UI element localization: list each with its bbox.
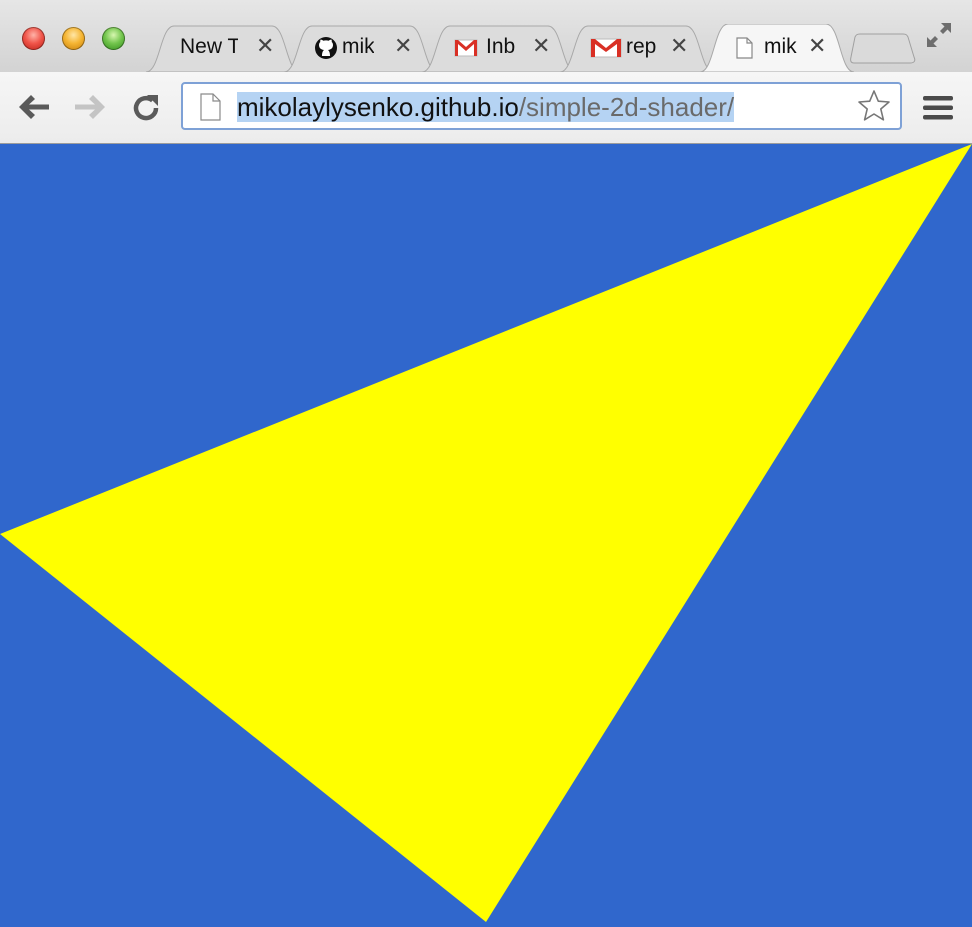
shader-canvas[interactable] (0, 144, 972, 922)
tab-close-icon[interactable]: ✕ (670, 34, 688, 58)
tab-github[interactable]: mik ✕ (284, 24, 438, 72)
forward-arrow-icon[interactable] (72, 92, 108, 122)
tab-close-icon[interactable]: ✕ (532, 34, 550, 58)
tab-title: mik (342, 35, 374, 58)
tab-gmail-reply[interactable]: rep ✕ (560, 24, 714, 72)
window-close-button[interactable] (22, 27, 45, 50)
tab-title: Inb (486, 35, 516, 58)
page-icon (736, 37, 753, 59)
tab-active-page[interactable]: mik ✕ (700, 24, 854, 72)
tab-title: mik (764, 35, 797, 58)
bookmark-star-icon[interactable] (856, 88, 892, 124)
hamburger-menu-icon[interactable] (922, 94, 954, 122)
window-minimize-button[interactable] (62, 27, 85, 50)
tab-close-icon[interactable]: ✕ (808, 34, 826, 58)
gmail-icon (590, 38, 622, 58)
tab-new-tab[interactable]: New T ✕ (146, 24, 300, 72)
github-icon (315, 37, 337, 59)
tab-gmail-inbox[interactable]: Inb ✕ (422, 24, 576, 72)
gmail-icon (454, 39, 478, 57)
url-path: /simple-2d-shader/ (518, 92, 735, 122)
new-tab-button[interactable] (850, 33, 916, 65)
canvas-drawing (0, 144, 972, 922)
tab-title: rep (626, 35, 657, 58)
browser-toolbar: mikolaylysenko.github.io/simple-2d-shade… (0, 72, 972, 144)
tab-strip: New T ✕ mik ✕ Inb ✕ rep ✕ mik ✕ (0, 0, 972, 72)
tab-close-icon[interactable]: ✕ (256, 34, 274, 58)
url-text[interactable]: mikolaylysenko.github.io/simple-2d-shade… (237, 92, 735, 122)
page-icon (200, 93, 221, 121)
address-bar[interactable]: mikolaylysenko.github.io/simple-2d-shade… (181, 82, 902, 130)
tab-close-icon[interactable]: ✕ (394, 34, 412, 58)
back-arrow-icon[interactable] (16, 92, 52, 122)
window-zoom-button[interactable] (102, 27, 125, 50)
tab-title: New T (180, 35, 238, 58)
fullscreen-icon[interactable] (924, 20, 954, 50)
reload-icon[interactable] (130, 92, 162, 124)
url-host: mikolaylysenko.github.io (237, 92, 519, 122)
